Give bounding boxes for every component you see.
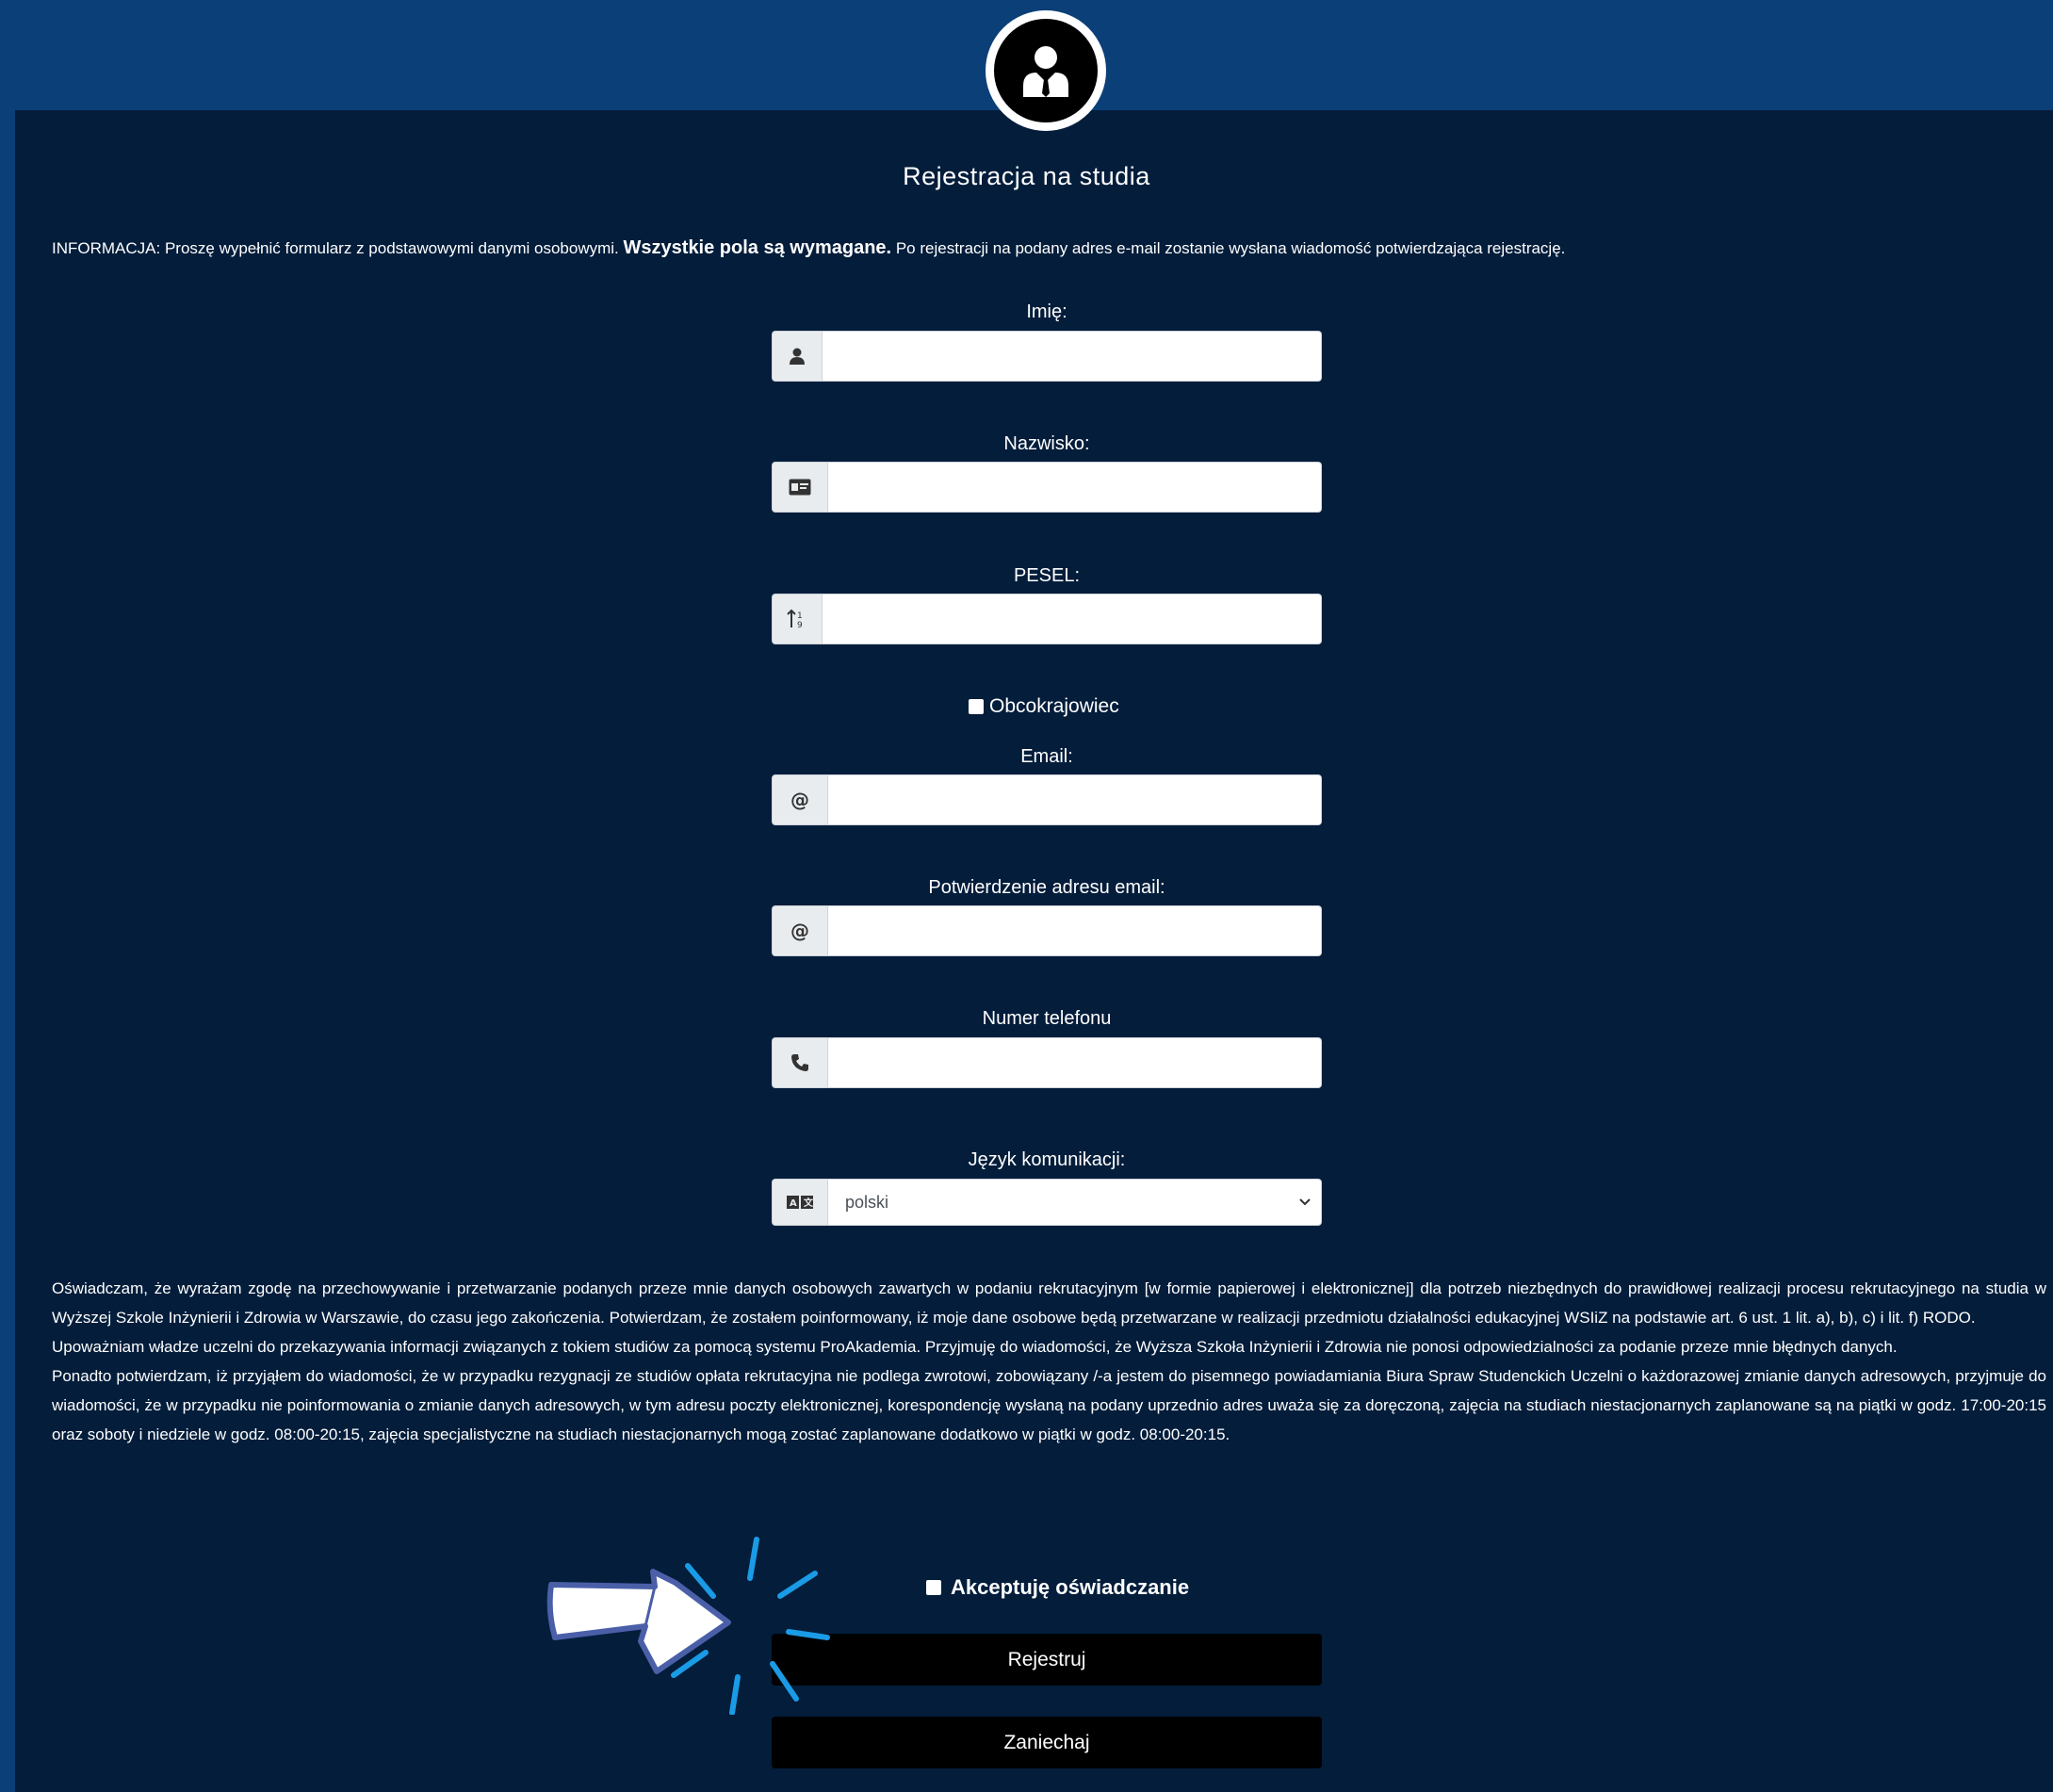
last-name-input[interactable] xyxy=(828,462,1322,513)
accept-checkbox[interactable] xyxy=(926,1580,941,1595)
foreigner-label: Obcokrajowiec xyxy=(989,695,1119,717)
email-group: @ xyxy=(772,774,1322,825)
svg-text:文: 文 xyxy=(804,1197,813,1209)
phone-input[interactable] xyxy=(828,1037,1322,1088)
first-name-group xyxy=(772,331,1322,382)
last-name-group xyxy=(772,462,1322,513)
first-name-label: Imię: xyxy=(1026,301,1067,322)
last-name-label: Nazwisko: xyxy=(1003,433,1090,454)
at-icon: @ xyxy=(772,905,828,956)
pesel-input[interactable] xyxy=(823,594,1322,644)
page-title: Rejestracja na studia xyxy=(903,162,1150,190)
register-button[interactable]: Rejestruj xyxy=(772,1634,1322,1686)
language-label: Język komunikacji: xyxy=(968,1149,1126,1170)
accept-row: Akceptuję oświadczanie xyxy=(926,1575,1189,1600)
phone-group xyxy=(772,1037,1322,1088)
pointer-hand-icon xyxy=(546,1537,830,1715)
first-name-input[interactable] xyxy=(823,331,1322,382)
consent-paragraph-2: Upoważniam władze uczelni do przekazywan… xyxy=(52,1338,1898,1356)
id-card-icon xyxy=(772,462,828,513)
consent-text: Oświadczam, że wyrażam zgodę na przechow… xyxy=(52,1274,2046,1449)
email-confirm-group: @ xyxy=(772,905,1322,956)
user-tie-icon xyxy=(1023,46,1068,97)
consent-paragraph-1: Oświadczam, że wyrażam zgodę na przechow… xyxy=(52,1279,2046,1327)
language-selected-value: polski xyxy=(845,1192,889,1212)
consent-paragraph-3: Ponadto potwierdzam, iż przyjąłem do wia… xyxy=(52,1367,2046,1443)
language-select[interactable]: polski xyxy=(828,1179,1322,1226)
cancel-button[interactable]: Zaniechaj xyxy=(772,1717,1322,1768)
language-icon: A文 xyxy=(772,1179,828,1226)
language-group: A文 polski xyxy=(772,1179,1322,1226)
chevron-down-icon xyxy=(1299,1198,1311,1206)
info-text: INFORMACJA: Proszę wypełnić formularz z … xyxy=(52,237,2030,259)
foreigner-row: Obcokrajowiec xyxy=(969,695,1119,718)
svg-text:A: A xyxy=(790,1198,797,1209)
email-confirm-label: Potwierdzenie adresu email: xyxy=(928,877,1165,898)
user-icon xyxy=(772,331,823,382)
svg-text:1: 1 xyxy=(797,611,803,621)
foreigner-checkbox[interactable] xyxy=(969,699,984,714)
avatar xyxy=(986,10,1106,131)
pesel-label: PESEL: xyxy=(1013,565,1081,586)
phone-label: Numer telefonu xyxy=(982,1008,1112,1029)
at-icon: @ xyxy=(772,774,828,825)
email-input[interactable] xyxy=(828,774,1322,825)
phone-icon xyxy=(772,1037,828,1088)
email-label: Email: xyxy=(1020,746,1073,767)
info-required-note: Wszystkie pola są wymagane. xyxy=(623,237,892,258)
svg-text:9: 9 xyxy=(797,621,803,629)
email-confirm-input[interactable] xyxy=(828,905,1322,956)
info-suffix: Po rejestracji na podany adres e-mail zo… xyxy=(895,239,1566,257)
accept-label: Akceptuję oświadczanie xyxy=(951,1575,1190,1599)
pesel-group: 19 xyxy=(772,594,1322,644)
sort-numeric-icon: 19 xyxy=(772,594,823,644)
info-prefix: INFORMACJA: Proszę wypełnić formularz z … xyxy=(52,239,619,257)
